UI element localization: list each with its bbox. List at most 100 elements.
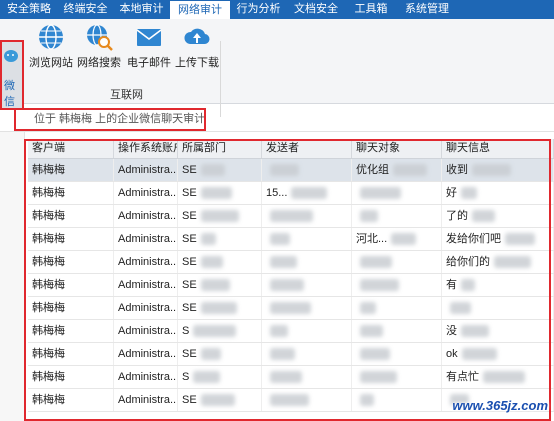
table-cell-sender <box>262 251 352 273</box>
tab-document-security[interactable]: 文档安全 <box>287 0 345 19</box>
cell-text: 了的 <box>446 210 468 222</box>
cell-text: 韩梅梅 <box>32 164 65 176</box>
cell-text: 给你们的 <box>446 256 490 268</box>
redaction-blur <box>200 394 235 407</box>
table-row[interactable]: 韩梅梅 Administra... SE 了的 <box>28 205 554 228</box>
tab-terminal-security[interactable]: 终端安全 <box>58 0 113 19</box>
redaction-blur <box>393 164 427 177</box>
column-header-os-account[interactable]: 操作系统账户 <box>114 139 178 158</box>
cell-text: SE <box>182 256 197 268</box>
table-row[interactable]: 韩梅梅 Administra... S 没 <box>28 320 554 343</box>
table-row[interactable]: 韩梅梅 Administra... S 有点忙 <box>28 366 554 389</box>
redaction-blur <box>193 325 237 338</box>
redaction-blur <box>270 325 288 338</box>
redaction-blur <box>270 210 313 223</box>
table-cell-account: Administra... <box>114 320 178 342</box>
wechat-button[interactable]: 微信 <box>0 40 24 110</box>
redaction-blur <box>200 348 221 361</box>
redaction-blur <box>472 210 495 223</box>
redaction-blur <box>200 187 232 200</box>
redaction-blur <box>505 233 535 246</box>
table-cell-sender <box>262 297 352 319</box>
table-row[interactable]: 韩梅梅 Administra... SE 河北... 发给你们吧 <box>28 228 554 251</box>
cell-text: Administra... <box>118 348 178 360</box>
table-cell-chat: 优化组 <box>352 159 442 181</box>
cell-text: 15... <box>266 187 288 199</box>
cloud-upload-icon <box>184 28 210 45</box>
column-header-chat-target[interactable]: 聊天对象 <box>352 139 442 158</box>
table-cell-chat <box>352 205 442 227</box>
tab-local-audit[interactable]: 本地审计 <box>113 0 170 19</box>
column-header-sender[interactable]: 发送者 <box>262 139 352 158</box>
table-cell-client: 韩梅梅 <box>28 182 114 204</box>
redaction-blur <box>360 187 401 200</box>
tab-behavior-analysis[interactable]: 行为分析 <box>230 0 287 19</box>
redaction-blur <box>270 371 302 384</box>
table-cell-msg: 没 <box>442 320 554 342</box>
mail-icon <box>136 29 162 46</box>
redaction-blur <box>360 302 376 315</box>
table-cell-sender <box>262 389 352 411</box>
cell-text: SE <box>182 348 197 360</box>
cell-text: 韩梅梅 <box>32 348 65 360</box>
cell-text: Administra... <box>118 164 178 176</box>
table-row[interactable]: 韩梅梅 Administra... SE 优化组 收到 <box>28 159 554 182</box>
redaction-blur <box>450 302 471 315</box>
table-cell-sender <box>262 274 352 296</box>
redaction-blur <box>391 233 417 246</box>
table-cell-msg: 有 <box>442 274 554 296</box>
table-cell-client: 韩梅梅 <box>28 297 114 319</box>
browse-website-button[interactable]: 浏览网站 <box>28 23 74 77</box>
table-row[interactable]: 韩梅梅 Administra... SE 给你们的 <box>28 251 554 274</box>
watermark: www.365jz.com <box>452 398 548 413</box>
table-cell-chat <box>352 297 442 319</box>
cell-text: S <box>182 325 190 337</box>
email-label: 电子邮件 <box>127 57 171 69</box>
cell-text: 河北... <box>356 233 388 245</box>
ribbon-toolbar: 微信 浏览网站 网络搜索 电子邮件 上传下载 <box>0 19 554 117</box>
tab-system-management[interactable]: 系统管理 <box>397 0 457 19</box>
email-button[interactable]: 电子邮件 <box>126 23 172 77</box>
table-cell-dept: SE <box>178 228 262 250</box>
redaction-blur <box>270 302 311 315</box>
table-cell-msg: 好 <box>442 182 554 204</box>
cell-text: Administra... <box>118 302 178 314</box>
table-row[interactable]: 韩梅梅 Administra... SE 15... 好 <box>28 182 554 205</box>
table-cell-sender <box>262 320 352 342</box>
tab-security-policy[interactable]: 安全策略 <box>0 0 58 19</box>
cell-text: Administra... <box>118 325 178 337</box>
redaction-blur <box>472 164 511 177</box>
redaction-blur <box>360 348 390 361</box>
redaction-blur <box>200 233 216 246</box>
ribbon-group-label: 互联网 <box>110 89 143 101</box>
tab-toolbox[interactable]: 工具箱 <box>345 0 397 19</box>
table-row[interactable]: 韩梅梅 Administra... SE ok <box>28 343 554 366</box>
table-cell-dept: SE <box>178 182 262 204</box>
column-header-department[interactable]: 所属部门 <box>178 139 262 158</box>
column-header-chat-message[interactable]: 聊天信息 <box>442 139 554 158</box>
table-cell-chat: 河北... <box>352 228 442 250</box>
table-cell-account: Administra... <box>114 297 178 319</box>
table-row[interactable]: 韩梅梅 Administra... SE 有 <box>28 274 554 297</box>
cell-text: Administra... <box>118 256 178 268</box>
web-search-button[interactable]: 网络搜索 <box>76 23 122 77</box>
table-row[interactable]: 韩梅梅 Administra... SE <box>28 297 554 320</box>
table-cell-dept: SE <box>178 389 262 411</box>
table-cell-account: Administra... <box>114 366 178 388</box>
table-cell-dept: SE <box>178 159 262 181</box>
redaction-blur <box>360 371 397 384</box>
table-cell-sender <box>262 228 352 250</box>
cell-text: ok <box>446 348 458 360</box>
table-cell-msg: 收到 <box>442 159 554 181</box>
upload-download-button[interactable]: 上传下载 <box>174 23 220 77</box>
tab-network-audit[interactable]: 网络审计 <box>170 1 230 19</box>
cell-text: 发给你们吧 <box>446 233 501 245</box>
cell-text: Administra... <box>118 371 178 383</box>
redaction-blur <box>461 187 477 200</box>
cell-text: SE <box>182 279 197 291</box>
table-cell-chat <box>352 343 442 365</box>
redaction-blur <box>461 348 497 361</box>
table-header: 客户端 操作系统账户 所属部门 发送者 聊天对象 聊天信息 <box>28 139 554 159</box>
column-header-client[interactable]: 客户端 <box>28 139 114 158</box>
table-cell-msg: 了的 <box>442 205 554 227</box>
